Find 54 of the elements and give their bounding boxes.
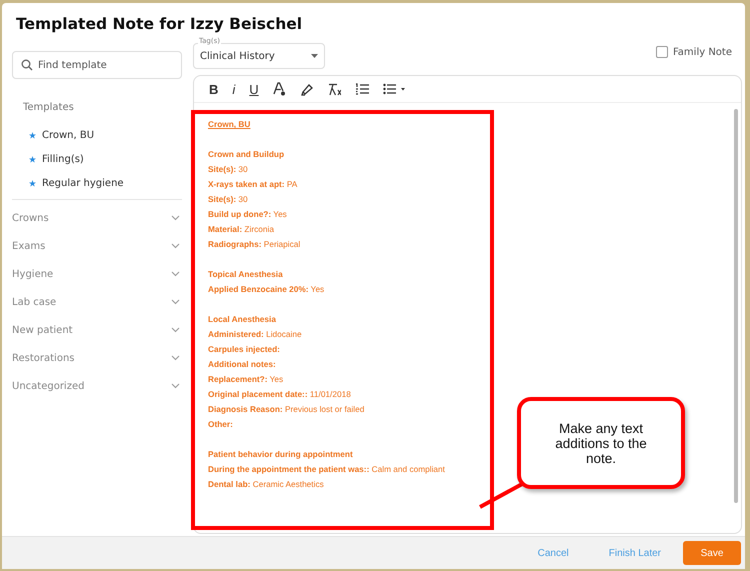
callout-bubble: Make any text additions to the note. (517, 397, 685, 489)
highlighter-icon (300, 82, 314, 96)
caret-icon (311, 54, 318, 58)
scrollbar[interactable] (734, 109, 738, 503)
note-field: Other: (208, 417, 445, 432)
note-field: Carpules injected: (208, 342, 445, 357)
category-item[interactable]: Crowns (12, 204, 182, 232)
note-field: Site(s): 30 (208, 192, 445, 207)
note-field: Administered: Lidocaine (208, 327, 445, 342)
dialog-title: Templated Note for Izzy Beischel (16, 15, 302, 33)
note-field: Radiographs: Periapical (208, 237, 445, 252)
note-field: Dental lab: Ceramic Aesthetics (208, 477, 445, 492)
category-item[interactable]: Uncategorized (12, 372, 182, 400)
note-field: Site(s): 30 (208, 162, 445, 177)
italic-button[interactable]: i (227, 78, 240, 100)
star-icon (29, 156, 36, 162)
template-item[interactable]: Filling(s) (12, 147, 182, 171)
category-item[interactable]: New patient (12, 316, 182, 344)
note-field: Build up done?: Yes (208, 207, 445, 222)
font-color-icon (272, 82, 286, 96)
category-item[interactable]: Exams (12, 232, 182, 260)
note-title: Crown, BU (208, 118, 252, 131)
save-button[interactable]: Save (683, 541, 741, 565)
note-heading: Crown and Buildup (208, 148, 286, 161)
bullet-list-icon (382, 83, 405, 95)
note-field: Applied Benzocaine 20%: Yes (208, 282, 445, 297)
bold-button[interactable]: B (204, 78, 224, 100)
note-field: Material: Zirconia (208, 222, 445, 237)
star-icon (29, 180, 36, 186)
clear-format-icon (328, 82, 341, 96)
note-field: During the appointment the patient was:: Calm and compliant (208, 462, 445, 477)
note-field: Additional notes: (208, 357, 445, 372)
note-field: Diagnosis Reason: Previous lost or failed (208, 402, 445, 417)
family-note-checkbox[interactable]: Family Note (656, 46, 732, 58)
search-icon (21, 59, 33, 71)
note-heading: Patient behavior during appointment (208, 448, 354, 461)
category-item[interactable]: Restorations (12, 344, 182, 372)
note-heading: Local Anesthesia (208, 313, 277, 326)
underline-button[interactable]: U (244, 78, 264, 100)
note-field: Replacement?: Yes (208, 372, 445, 387)
category-item[interactable]: Lab case (12, 288, 182, 316)
footer-link[interactable]: Finish Later (590, 548, 679, 558)
note-field: X-rays taken at apt: PA (208, 177, 445, 192)
numbered-list-icon (354, 83, 369, 95)
checkbox[interactable] (656, 46, 668, 58)
star-icon (29, 132, 36, 138)
note-heading: Topical Anesthesia (208, 268, 284, 281)
template-item[interactable]: Crown, BU (12, 123, 182, 147)
search-field[interactable]: Find template (12, 51, 182, 79)
category-item[interactable]: Hygiene (12, 260, 182, 288)
section-heading: Templates (22, 101, 75, 115)
note-field: Original placement date:: 11/01/2018 (208, 387, 445, 402)
template-item[interactable]: Regular hygiene (12, 171, 182, 195)
footer-link[interactable]: Cancel (520, 548, 587, 558)
